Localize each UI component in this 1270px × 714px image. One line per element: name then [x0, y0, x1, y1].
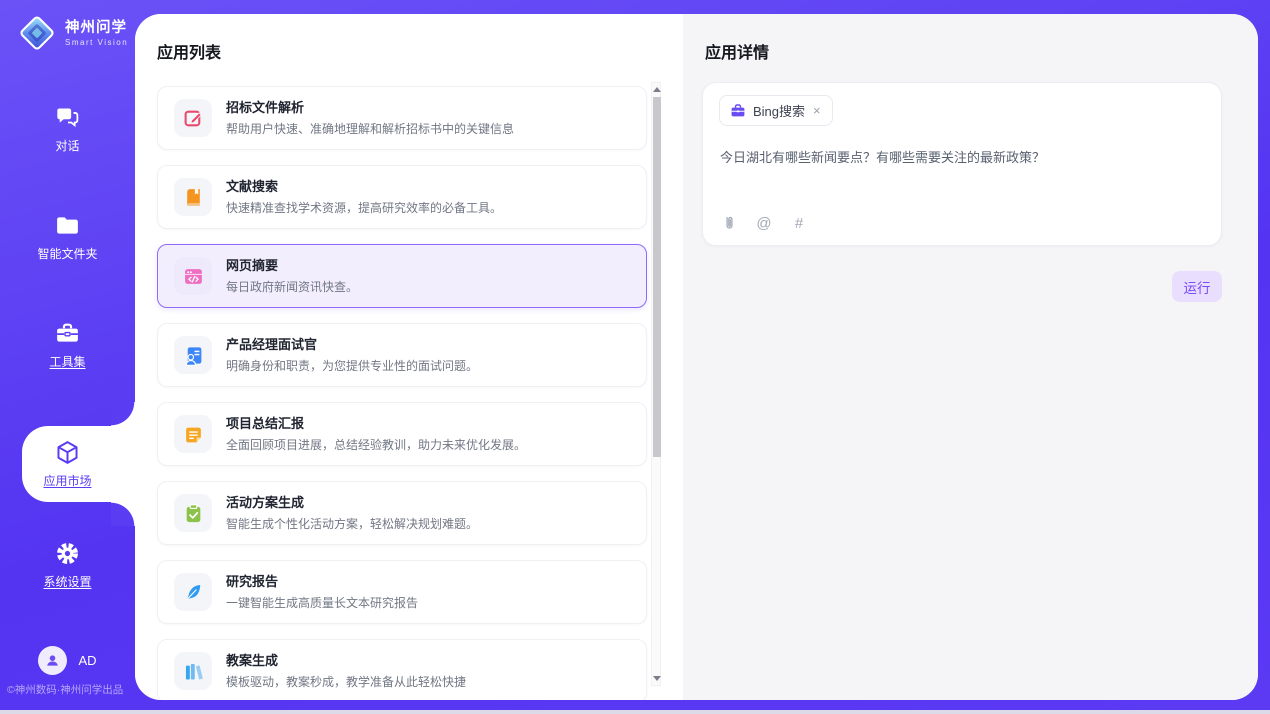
sidebar-item-label: 应用市场 [43, 472, 91, 489]
pen-square-icon [174, 99, 212, 137]
app-card-description: 明确身份和职责，为您提供专业性的面试问题。 [226, 357, 478, 374]
app-card-description: 每日政府新闻资讯快查。 [226, 278, 358, 295]
app-card[interactable]: 文献搜索 快速精准查找学术资源，提高研究效率的必备工具。 [157, 165, 647, 229]
app-list-pane: 应用列表 招标文件解析 帮助用户快速、准确地理解和解析招标书中的关键信息 文献搜… [135, 14, 683, 700]
app-card-title: 招标文件解析 [226, 100, 514, 115]
app-card-title: 活动方案生成 [226, 495, 478, 510]
user-initials: AD [78, 653, 96, 668]
sidebar-item-gear[interactable]: 系统设置 [0, 540, 135, 602]
app-card-description: 快速精准查找学术资源，提高研究效率的必备工具。 [226, 199, 502, 216]
person-doc-icon [174, 336, 212, 374]
sidebar-item-label: 工具集 [49, 353, 85, 370]
app-card[interactable]: 招标文件解析 帮助用户快速、准确地理解和解析招标书中的关键信息 [157, 86, 647, 150]
app-card-title: 项目总结汇报 [226, 416, 526, 431]
app-card-title: 网页摘要 [226, 258, 358, 273]
scrollbar-thumb[interactable] [653, 97, 661, 457]
attach-row: @# [720, 214, 808, 232]
book-icon [174, 178, 212, 216]
tool-tag-label: Bing搜索 [753, 101, 805, 120]
sidebar-item-chat[interactable]: 对话 [0, 104, 135, 166]
browser-code-icon [174, 257, 212, 295]
clipboard-check-icon [174, 494, 212, 532]
prompt-input[interactable]: 今日湖北有哪些新闻要点？有哪些需要关注的最新政策？ [720, 149, 1205, 167]
scrollbar-arrow-down-icon[interactable] [653, 676, 661, 681]
main-panel: 应用列表 招标文件解析 帮助用户快速、准确地理解和解析招标书中的关键信息 文献搜… [135, 14, 1258, 700]
sidebar-item-cube[interactable]: 应用市场 [0, 426, 135, 502]
gear-icon [54, 540, 81, 567]
tool-tag[interactable]: Bing搜索 × [719, 95, 833, 126]
paperclip-icon[interactable] [720, 214, 738, 232]
sidebar-item-toolbox[interactable]: 工具集 [0, 320, 135, 382]
sidebar-item-label: 系统设置 [43, 573, 91, 590]
app-card[interactable]: 活动方案生成 智能生成个性化活动方案，轻松解决规划难题。 [157, 481, 647, 545]
app-card-list: 招标文件解析 帮助用户快速、准确地理解和解析招标书中的关键信息 文献搜索 快速精… [157, 86, 647, 700]
folder-icon [54, 212, 81, 239]
prompt-card: Bing搜索 × 今日湖北有哪些新闻要点？有哪些需要关注的最新政策？ @# [702, 82, 1222, 246]
app-card-description: 一键智能生成高质量长文本研究报告 [226, 594, 418, 611]
app-detail-title: 应用详情 [705, 39, 769, 63]
hash-icon[interactable]: # [790, 214, 808, 232]
brand-logo-icon [16, 12, 58, 54]
briefcase-icon [730, 103, 746, 119]
run-button[interactable]: 运行 [1172, 271, 1222, 302]
app-card-title: 产品经理面试官 [226, 337, 478, 352]
app-card-description: 模板驱动，教案秒成，教学准备从此轻松快捷 [226, 673, 466, 690]
chat-icon [54, 104, 81, 131]
cube-icon [54, 439, 81, 466]
app-card-description: 帮助用户快速、准确地理解和解析招标书中的关键信息 [226, 120, 514, 137]
brand-name: 神州问学 [65, 20, 128, 36]
scrollbar[interactable] [651, 82, 661, 686]
tool-tag-close-icon[interactable]: × [812, 104, 822, 117]
sidebar-item-folder[interactable]: 智能文件夹 [0, 212, 135, 274]
app-list-title: 应用列表 [157, 39, 221, 63]
app-card[interactable]: 产品经理面试官 明确身份和职责，为您提供专业性的面试问题。 [157, 323, 647, 387]
scrollbar-arrow-up-icon[interactable] [653, 87, 661, 92]
app-card[interactable]: 网页摘要 每日政府新闻资讯快查。 [157, 244, 647, 308]
note-icon [174, 415, 212, 453]
app-detail-pane: 应用详情 Bing搜索 × 今日湖北有哪些新闻要点？有哪些需要关注的最新政策？ … [683, 14, 1258, 700]
sidebar: 神州问学 Smart Vision 对话 智能文件夹 工具集 应用市场 系统设置 [0, 0, 135, 714]
user-avatar-icon [38, 646, 67, 675]
sidebar-item-label: 智能文件夹 [37, 245, 97, 262]
app-card[interactable]: 教案生成 模板驱动，教案秒成，教学准备从此轻松快捷 [157, 639, 647, 700]
brand: 神州问学 Smart Vision [16, 12, 128, 54]
app-card-title: 研究报告 [226, 574, 418, 589]
app-card[interactable]: 研究报告 一键智能生成高质量长文本研究报告 [157, 560, 647, 624]
app-card[interactable]: 项目总结汇报 全面回顾项目进展，总结经验教训，助力未来优化发展。 [157, 402, 647, 466]
app-card-description: 全面回顾项目进展，总结经验教训，助力未来优化发展。 [226, 436, 526, 453]
app-card-title: 文献搜索 [226, 179, 502, 194]
toolbox-icon [54, 320, 81, 347]
quill-icon [174, 573, 212, 611]
user-row[interactable]: AD [0, 646, 135, 675]
app-card-description: 智能生成个性化活动方案，轻松解决规划难题。 [226, 515, 478, 532]
bottom-strip [0, 710, 1270, 714]
app-card-title: 教案生成 [226, 653, 466, 668]
sidebar-item-label: 对话 [55, 137, 79, 154]
brand-subtitle: Smart Vision [65, 38, 128, 47]
at-icon[interactable]: @ [755, 214, 773, 232]
books-icon [174, 652, 212, 690]
sidebar-footer: ©神州数码·神州问学出品 [7, 682, 123, 697]
